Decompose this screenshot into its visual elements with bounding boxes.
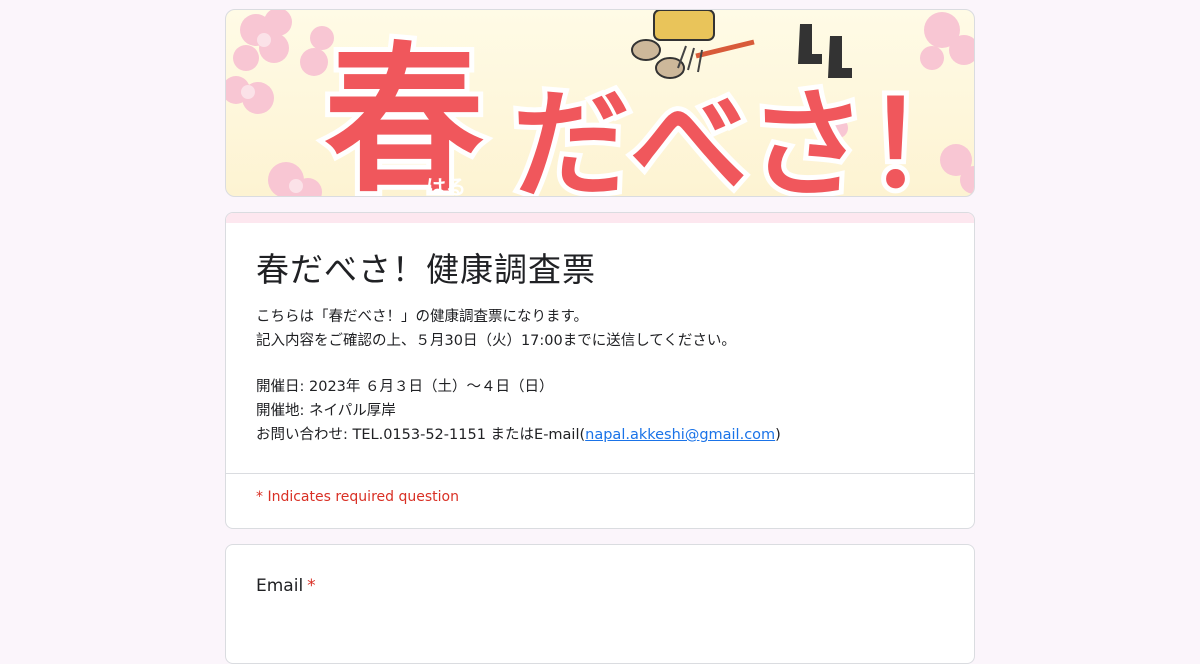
form-header-card: 春だべさ！健康調査票 こちらは「春だべさ！」の健康調査票になります。 記入内容を… [225, 212, 975, 529]
form-title: 春だべさ！健康調査票 [256, 250, 596, 289]
form-description: こちらは「春だべさ！」の健康調査票になります。 記入内容をご確認の上、５月30日… [256, 305, 781, 447]
banner-headline-kanji: 春 [324, 27, 484, 197]
contact-suffix: ) [775, 427, 781, 443]
banner-illustration: 春 だべさ！ はる [226, 10, 975, 197]
contact-email-link[interactable]: napal.akkeshi@gmail.com [585, 427, 775, 443]
description-event-date: 開催日: 2023年 ６月３日（土）～４日（日） [256, 379, 554, 395]
description-venue: 開催地: ネイパル厚岸 [256, 403, 396, 419]
cherry-blossom-icon [226, 10, 334, 196]
gardening-tools-icon [631, 10, 755, 79]
question-label-text: Email [256, 576, 304, 596]
required-question-note: * Indicates required question [256, 489, 459, 505]
header-banner: 春 だべさ！ はる [225, 9, 975, 197]
banner-headline-kana: だべさ！ [512, 76, 975, 197]
description-intro-1: こちらは「春だべさ！」の健康調査票になります。 [256, 309, 589, 325]
question-card-email: Email * [225, 544, 975, 664]
header-divider [226, 473, 974, 474]
banner-furigana: はる [426, 175, 466, 197]
description-contact: お問い合わせ: TEL.0153-52-1151 またはE-mail(napal… [256, 423, 781, 447]
question-label: Email * [256, 576, 316, 596]
rain-boots-icon [798, 24, 852, 78]
description-intro-2: 記入内容をご確認の上、５月30日（火）17:00までに送信してください。 [256, 333, 736, 349]
contact-prefix: お問い合わせ: TEL.0153-52-1151 またはE-mail( [256, 427, 586, 443]
required-asterisk: * [307, 576, 316, 596]
description-spacer [256, 353, 781, 375]
form-header-accent-bar [226, 213, 974, 223]
